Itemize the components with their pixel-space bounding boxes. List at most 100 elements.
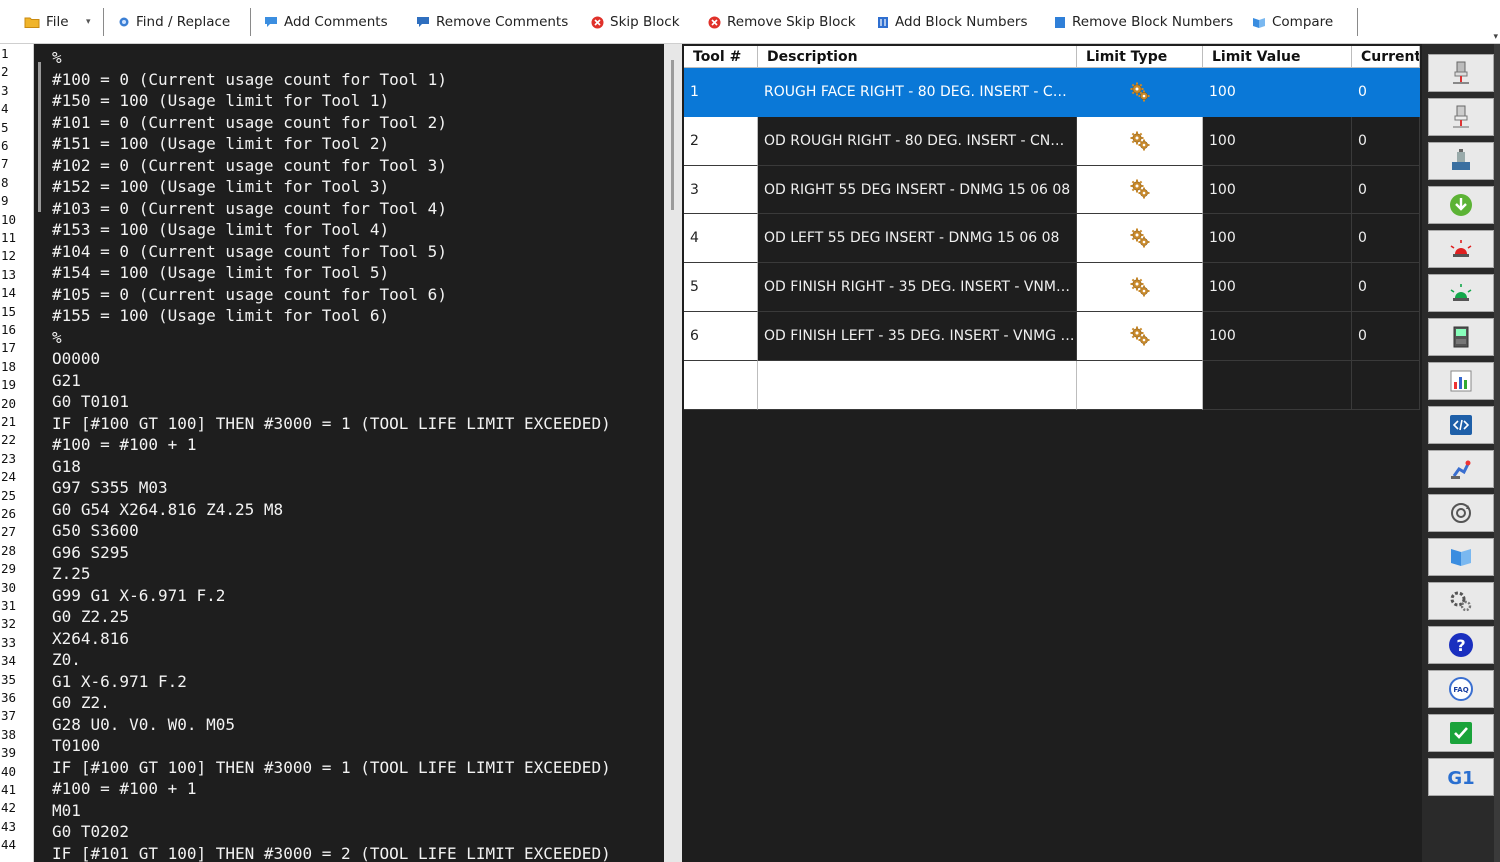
tool-cell[interactable]: 2 [684, 116, 758, 166]
code-line[interactable]: O0000 [52, 348, 100, 370]
description-cell[interactable]: OD FINISH LEFT - 35 DEG. INSERT - VNMG 1… [758, 312, 1077, 361]
settings-button[interactable] [1428, 582, 1494, 620]
tool-cell[interactable]: 5 [684, 263, 758, 312]
limit-value-cell[interactable]: 100 [1203, 165, 1352, 215]
current-cell[interactable]: 0 [1352, 263, 1420, 312]
limit-value-cell[interactable]: 100 [1203, 214, 1352, 264]
strip-scrollbar[interactable] [1494, 44, 1500, 862]
code-button[interactable] [1428, 406, 1494, 444]
code-line[interactable]: #100 = #100 + 1 [52, 778, 197, 800]
code-line[interactable]: G21 [52, 370, 81, 392]
file-menu[interactable]: File [24, 11, 69, 33]
limit-value-cell[interactable]: 100 [1203, 263, 1352, 312]
remove-skip-block-button[interactable]: Remove Skip Block [708, 11, 856, 33]
code-line[interactable]: G97 S355 M03 [52, 477, 168, 499]
add-block-numbers-button[interactable]: Add Block Numbers [877, 11, 1028, 33]
description-cell[interactable]: OD LEFT 55 DEG INSERT - DNMG 15 06 08 [758, 214, 1077, 264]
code-line[interactable]: #152 = 100 (Usage limit for Tool 3) [52, 176, 389, 198]
code-line[interactable]: #103 = 0 (Current usage count for Tool 4… [52, 198, 447, 220]
rotate-button[interactable] [1428, 494, 1494, 532]
faq-button[interactable]: FAQ [1428, 670, 1494, 708]
code-editor[interactable]: % #100 = 0 (Current usage count for Tool … [34, 44, 664, 862]
limit-type-cell[interactable] [1077, 116, 1203, 166]
header-limit-value[interactable]: Limit Value [1203, 46, 1352, 68]
code-line[interactable]: #102 = 0 (Current usage count for Tool 3… [52, 155, 447, 177]
description-cell[interactable] [758, 360, 1077, 410]
code-line[interactable]: G1 X-6.971 F.2 [52, 671, 187, 693]
limit-type-cell[interactable] [1077, 68, 1203, 117]
code-line[interactable]: #154 = 100 (Usage limit for Tool 5) [52, 262, 389, 284]
code-line[interactable]: G18 [52, 456, 81, 478]
tool-cell[interactable]: 6 [684, 312, 758, 361]
green-alarm-button[interactable] [1428, 274, 1494, 312]
tool-cell[interactable] [684, 360, 758, 410]
code-line[interactable]: IF [#100 GT 100] THEN #3000 = 1 (TOOL LI… [52, 757, 611, 779]
robot-button[interactable] [1428, 450, 1494, 488]
find-replace-button[interactable]: Find / Replace [118, 11, 230, 33]
limit-type-cell[interactable] [1077, 214, 1203, 264]
code-line[interactable]: T0100 [52, 735, 100, 757]
code-line[interactable]: #101 = 0 (Current usage count for Tool 2… [52, 112, 447, 134]
code-line[interactable]: #100 = 0 (Current usage count for Tool 1… [52, 69, 447, 91]
tool-head-button[interactable] [1428, 54, 1494, 92]
book-button[interactable] [1428, 538, 1494, 576]
code-line[interactable]: % [52, 327, 62, 349]
limit-value-cell[interactable]: 100 [1203, 312, 1352, 361]
limit-type-cell[interactable] [1077, 165, 1203, 215]
code-line[interactable]: % [52, 47, 62, 69]
header-limit-type[interactable]: Limit Type [1077, 46, 1203, 68]
red-alarm-button[interactable] [1428, 230, 1494, 268]
current-cell[interactable]: 0 [1352, 68, 1420, 117]
header-description[interactable]: Description [758, 46, 1077, 68]
compare-button[interactable]: Compare [1252, 11, 1333, 33]
description-cell[interactable]: OD FINISH RIGHT - 35 DEG. INSERT - VNMG … [758, 263, 1077, 312]
limit-value-cell[interactable]: 100 [1203, 68, 1352, 117]
check-button[interactable] [1428, 714, 1494, 752]
code-line[interactable]: M01 [52, 800, 81, 822]
code-line[interactable]: G0 Z2. [52, 692, 110, 714]
tool-cell[interactable]: 4 [684, 214, 758, 264]
g1-button[interactable]: G1 [1428, 758, 1494, 796]
add-comments-button[interactable]: Add Comments [264, 11, 388, 33]
chart-button[interactable] [1428, 362, 1494, 400]
toolbar-overflow-arrow[interactable]: ▾ [1493, 32, 1498, 42]
description-cell[interactable]: ROUGH FACE RIGHT - 80 DEG. INSERT - CNM.… [758, 68, 1077, 117]
code-line[interactable]: G0 T0202 [52, 821, 129, 843]
limit-type-cell[interactable] [1077, 263, 1203, 312]
tool-cell[interactable]: 1 [684, 68, 758, 117]
skip-block-button[interactable]: Skip Block [591, 11, 680, 33]
code-line[interactable]: #150 = 100 (Usage limit for Tool 1) [52, 90, 389, 112]
code-line[interactable]: #100 = #100 + 1 [52, 434, 197, 456]
help-button[interactable]: ? [1428, 626, 1494, 664]
editor-scrollbar[interactable] [664, 44, 682, 862]
code-line[interactable]: IF [#100 GT 100] THEN #3000 = 1 (TOOL LI… [52, 413, 611, 435]
code-line[interactable]: Z.25 [52, 563, 91, 585]
code-line[interactable]: #153 = 100 (Usage limit for Tool 4) [52, 219, 389, 241]
code-line[interactable]: #105 = 0 (Current usage count for Tool 6… [52, 284, 447, 306]
machine-button[interactable] [1428, 142, 1494, 180]
current-cell[interactable]: 0 [1352, 214, 1420, 264]
tool-head-alt-button[interactable] [1428, 98, 1494, 136]
download-button[interactable] [1428, 186, 1494, 224]
description-cell[interactable]: OD ROUGH RIGHT - 80 DEG. INSERT - CNMG .… [758, 116, 1077, 166]
code-line[interactable]: G0 G54 X264.816 Z4.25 M8 [52, 499, 283, 521]
editor-scrollbar-thumb[interactable] [671, 60, 674, 210]
description-cell[interactable]: OD RIGHT 55 DEG INSERT - DNMG 15 06 08 [758, 165, 1077, 215]
limit-type-cell[interactable] [1077, 360, 1203, 410]
header-tool-number[interactable]: Tool # [684, 46, 758, 68]
code-line[interactable]: X264.816 [52, 628, 129, 650]
code-line[interactable]: Z0. [52, 649, 81, 671]
code-line[interactable]: #151 = 100 (Usage limit for Tool 2) [52, 133, 389, 155]
file-dropdown-arrow[interactable]: ▾ [86, 11, 91, 33]
current-cell[interactable] [1352, 360, 1420, 410]
controller-button[interactable] [1428, 318, 1494, 356]
code-line[interactable]: #104 = 0 (Current usage count for Tool 5… [52, 241, 447, 263]
code-line[interactable]: G50 S3600 [52, 520, 139, 542]
limit-type-cell[interactable] [1077, 312, 1203, 361]
header-current[interactable]: Current [1352, 46, 1420, 68]
code-line[interactable]: G96 S295 [52, 542, 129, 564]
current-cell[interactable]: 0 [1352, 165, 1420, 215]
remove-block-numbers-button[interactable]: Remove Block Numbers [1054, 11, 1233, 33]
code-line[interactable]: G0 Z2.25 [52, 606, 129, 628]
current-cell[interactable]: 0 [1352, 116, 1420, 166]
